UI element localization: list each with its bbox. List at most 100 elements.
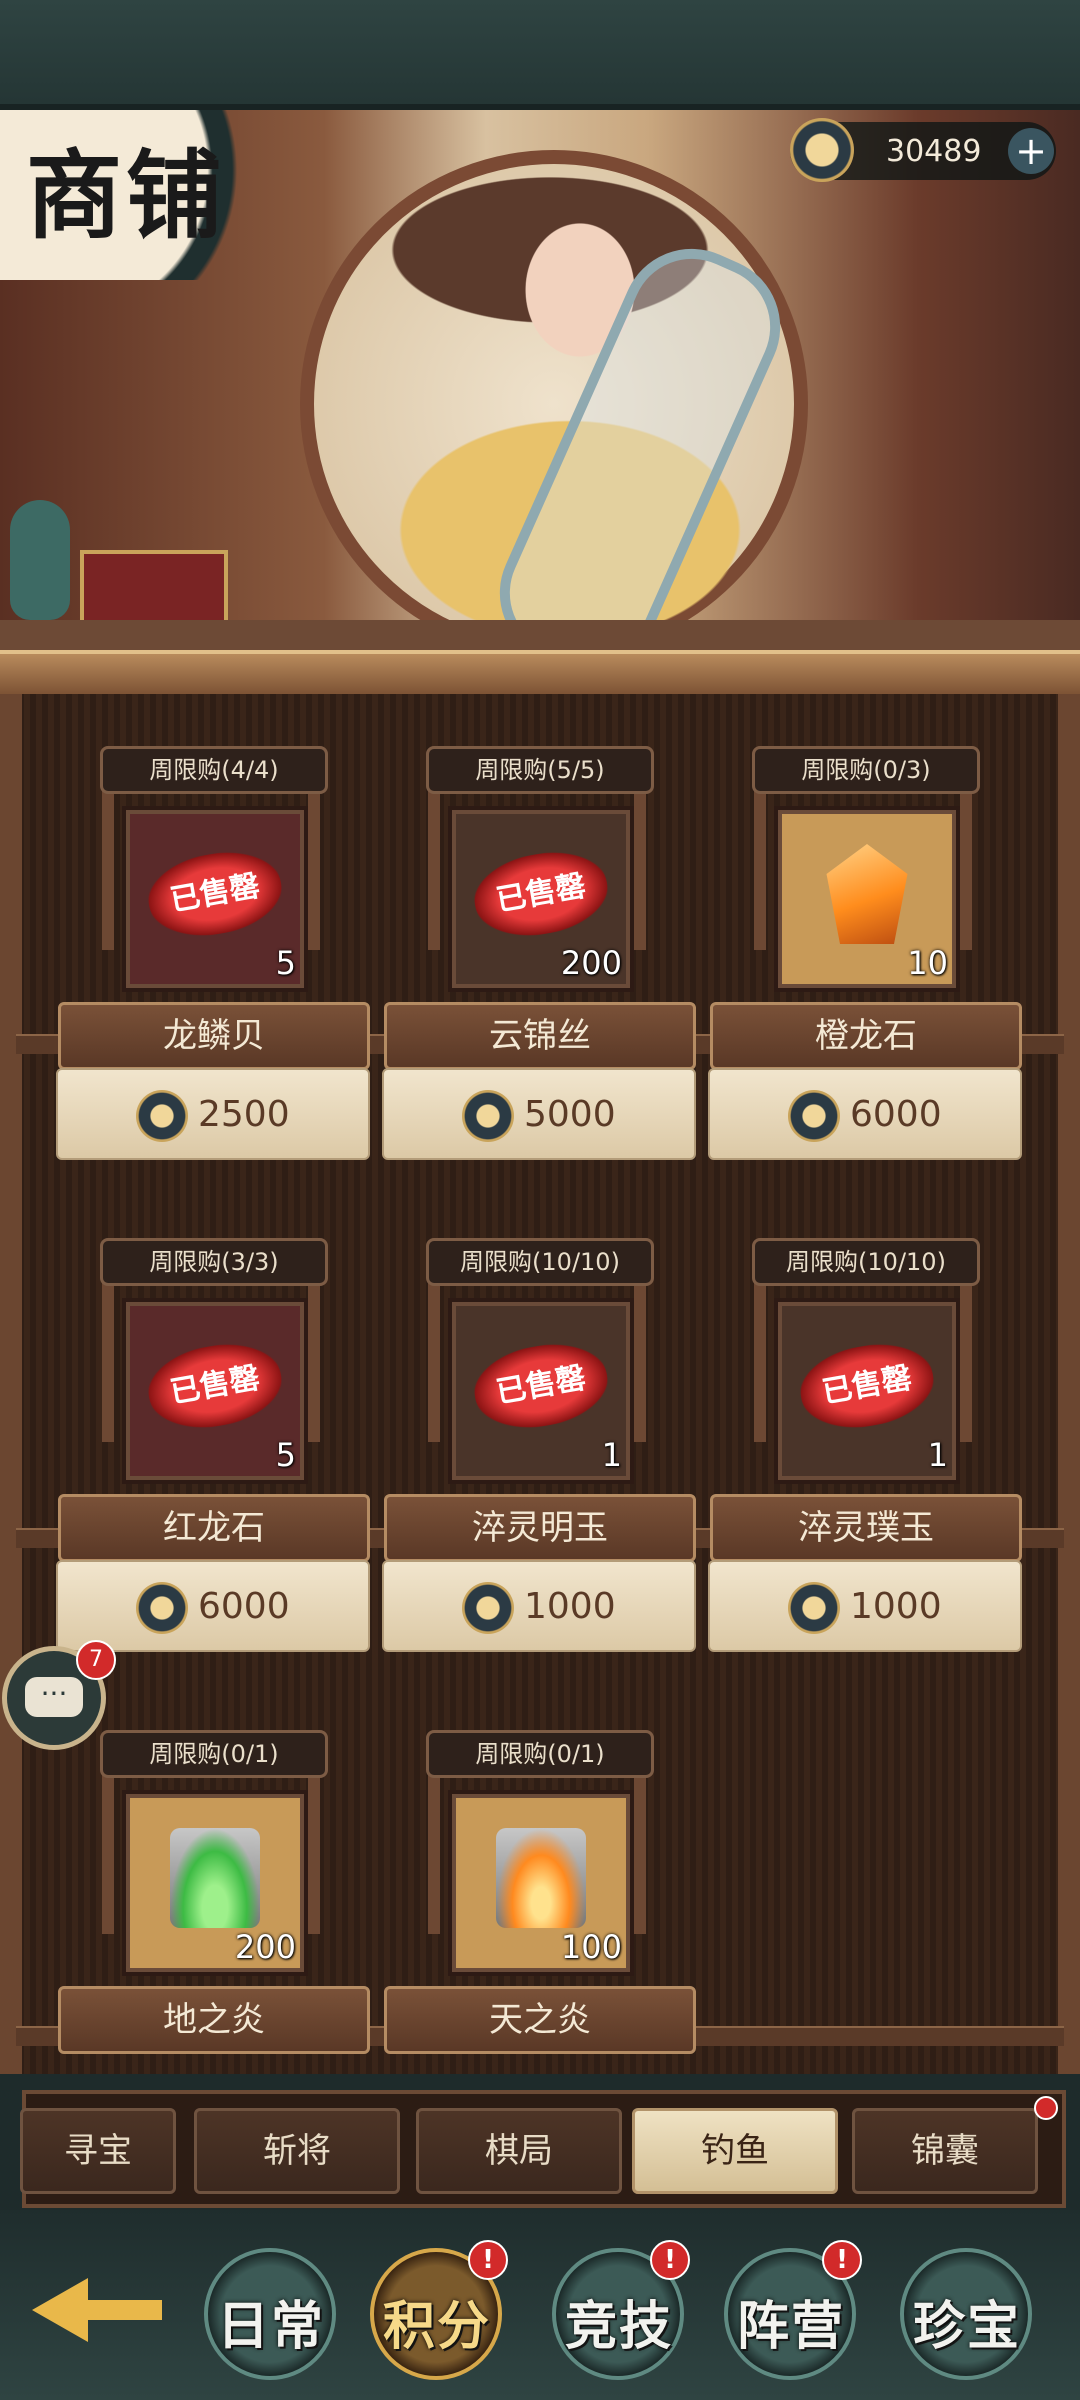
item-icon-frame: 已售罄 1 xyxy=(778,1302,956,1480)
alert-badge-icon: ! xyxy=(650,2240,690,2280)
price-button[interactable]: 1000 xyxy=(708,1560,1022,1652)
tab-silk-pouch[interactable]: 锦囊 xyxy=(852,2108,1038,2194)
shop-item-card[interactable]: 周限购(3/3) 已售罄 5 红龙石 6000 xyxy=(56,1186,370,1652)
weekly-limit-label: 周限购(4/4) xyxy=(100,746,328,794)
item-name: 龙鳞贝 xyxy=(58,1002,370,1070)
nav-points[interactable]: 积分 ! xyxy=(362,2240,512,2380)
price-value: 6000 xyxy=(198,1586,290,1627)
banner-shelf xyxy=(0,620,1080,650)
weekly-limit-label: 周限购(0/1) xyxy=(100,1730,328,1778)
item-name: 红龙石 xyxy=(58,1494,370,1562)
chat-unread-badge: 7 xyxy=(76,1640,116,1680)
nav-daily[interactable]: 日常 xyxy=(196,2240,346,2380)
item-quantity: 100 xyxy=(560,1928,622,1966)
price-button[interactable]: 6000 xyxy=(708,1068,1022,1160)
weekly-limit-label: 周限购(3/3) xyxy=(100,1238,328,1286)
nav-faction[interactable]: 阵营 ! xyxy=(716,2240,866,2380)
weekly-limit-label: 周限购(5/5) xyxy=(426,746,654,794)
item-icon-frame: 已售罄 5 xyxy=(126,1302,304,1480)
item-icon-frame: 10 xyxy=(778,810,956,988)
price-button[interactable]: 2500 xyxy=(56,1068,370,1160)
item-name: 云锦丝 xyxy=(384,1002,696,1070)
item-icon-frame: 100 xyxy=(452,1794,630,1972)
item-icon-frame: 已售罄 5 xyxy=(126,810,304,988)
shop-item-card[interactable]: 周限购(0/1) 200 地之炎 xyxy=(58,1678,370,2118)
bottom-navigation: 日常 积分 ! 竞技 ! 阵营 ! 珍宝 xyxy=(0,2210,1080,2400)
price-button[interactable]: 5000 xyxy=(382,1068,696,1160)
nav-label: 日常 xyxy=(216,2296,325,2357)
item-name: 淬灵明玉 xyxy=(384,1494,696,1562)
tab-fishing[interactable]: 钓鱼 xyxy=(632,2108,838,2194)
currency-amount: 30489 xyxy=(886,134,982,169)
nav-arena[interactable]: 竞技 ! xyxy=(544,2240,694,2380)
tab-treasure-hunt[interactable]: 寻宝 xyxy=(20,2108,176,2194)
weekly-limit-label: 周限购(0/1) xyxy=(426,1730,654,1778)
back-arrow-icon xyxy=(32,2278,88,2342)
banner-divider xyxy=(0,650,1080,698)
price-value: 5000 xyxy=(524,1094,616,1135)
nav-label: 积分 xyxy=(382,2296,491,2357)
shop-item-card[interactable]: 周限购(10/10) 已售罄 1 淬灵璞玉 1000 xyxy=(708,1186,1022,1652)
shop-category-tabs: 寻宝 斩将 棋局 钓鱼 锦囊 xyxy=(20,2090,1066,2208)
item-name: 淬灵璞玉 xyxy=(710,1494,1022,1562)
item-name: 地之炎 xyxy=(58,1986,370,2054)
nav-label: 竞技 xyxy=(564,2296,673,2357)
orange-flame-icon xyxy=(496,1828,586,1928)
moon-coin-icon xyxy=(790,118,854,182)
item-icon-frame: 200 xyxy=(126,1794,304,1972)
sold-out-stamp: 已售罄 xyxy=(794,1334,940,1438)
moon-coin-icon xyxy=(462,1090,514,1142)
top-decor-band xyxy=(0,0,1080,110)
shop-item-card[interactable]: 周限购(5/5) 已售罄 200 云锦丝 5000 xyxy=(382,694,696,1160)
item-icon-frame: 已售罄 1 xyxy=(452,1302,630,1480)
moon-coin-icon xyxy=(136,1090,188,1142)
tab-alert-dot xyxy=(1034,2096,1058,2120)
shelf-left-edge xyxy=(0,694,22,2074)
nav-label: 阵营 xyxy=(736,2296,845,2357)
back-button[interactable] xyxy=(22,2258,172,2358)
nav-treasure[interactable]: 珍宝 xyxy=(892,2240,1042,2380)
page-title: 商铺 xyxy=(26,139,226,252)
tab-chess[interactable]: 棋局 xyxy=(416,2108,622,2194)
sold-out-stamp: 已售罄 xyxy=(468,1334,614,1438)
sold-out-stamp: 已售罄 xyxy=(142,842,288,946)
moon-coin-icon xyxy=(788,1090,840,1142)
sold-out-stamp: 已售罄 xyxy=(142,1334,288,1438)
shelf-right-edge xyxy=(1058,694,1080,2074)
vase-image xyxy=(10,500,70,620)
moon-coin-icon xyxy=(136,1582,188,1634)
sold-out-stamp: 已售罄 xyxy=(468,842,614,946)
item-name: 天之炎 xyxy=(384,1986,696,2054)
alert-badge-icon: ! xyxy=(822,2240,862,2280)
shop-item-card[interactable]: 周限购(10/10) 已售罄 1 淬灵明玉 1000 xyxy=(382,1186,696,1652)
price-value: 6000 xyxy=(850,1094,942,1135)
item-quantity: 200 xyxy=(234,1928,296,1966)
alert-badge-icon: ! xyxy=(468,2240,508,2280)
add-currency-button[interactable]: + xyxy=(1008,128,1054,174)
weekly-limit-label: 周限购(10/10) xyxy=(752,1238,980,1286)
item-name: 橙龙石 xyxy=(710,1002,1022,1070)
item-quantity: 5 xyxy=(275,944,296,982)
green-flame-icon xyxy=(170,1828,260,1928)
shop-item-card[interactable]: 周限购(4/4) 已售罄 5 龙鳞贝 2500 xyxy=(56,694,370,1160)
moon-coin-icon xyxy=(462,1582,514,1634)
nav-label: 珍宝 xyxy=(912,2296,1021,2357)
price-value: 1000 xyxy=(850,1586,942,1627)
weekly-limit-label: 周限购(10/10) xyxy=(426,1238,654,1286)
price-value: 2500 xyxy=(198,1094,290,1135)
item-quantity: 10 xyxy=(907,944,948,982)
price-button[interactable]: 1000 xyxy=(382,1560,696,1652)
item-quantity: 200 xyxy=(560,944,622,982)
shop-item-card[interactable]: 周限购(0/1) 100 天之炎 xyxy=(384,1678,696,2118)
item-quantity: 1 xyxy=(601,1436,622,1474)
currency-display: 30489 + xyxy=(790,118,1056,182)
weekly-limit-label: 周限购(0/3) xyxy=(752,746,980,794)
tab-slay-general[interactable]: 斩将 xyxy=(194,2108,400,2194)
chat-bubble-icon: ··· xyxy=(25,1677,83,1717)
item-quantity: 1 xyxy=(927,1436,948,1474)
item-quantity: 5 xyxy=(275,1436,296,1474)
shop-item-card[interactable]: 周限购(0/3) 10 橙龙石 6000 xyxy=(708,694,1022,1160)
price-button[interactable]: 6000 xyxy=(56,1560,370,1652)
orange-crystal-icon xyxy=(826,844,908,944)
item-icon-frame: 已售罄 200 xyxy=(452,810,630,988)
